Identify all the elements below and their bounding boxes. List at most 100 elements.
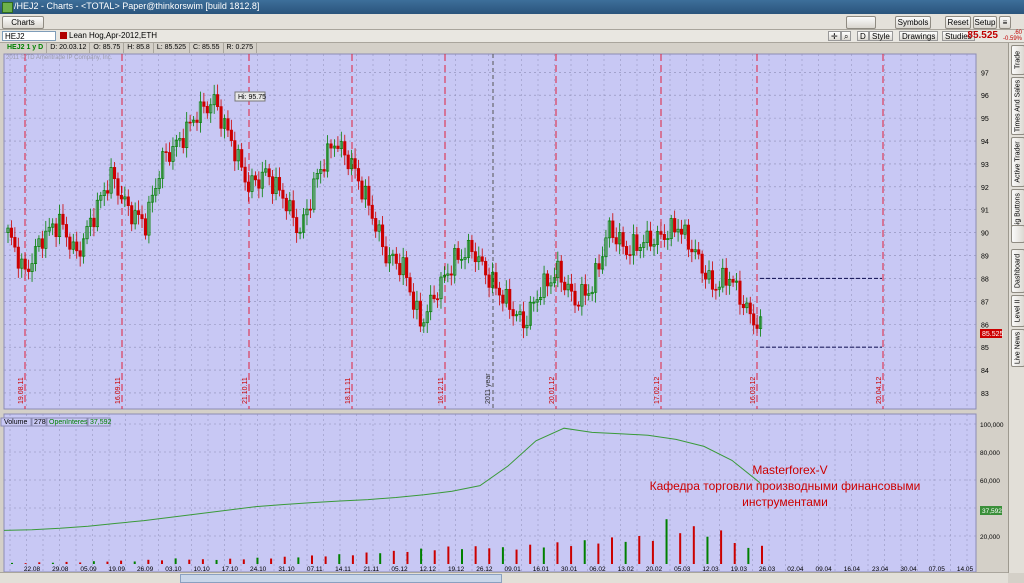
- candle-body: [322, 169, 326, 172]
- tab-trade-label: Trade: [1014, 50, 1022, 70]
- sidebar-toggle-icon[interactable]: [1011, 225, 1024, 243]
- aggregation-button[interactable]: D: [857, 31, 869, 41]
- charts-button[interactable]: Charts: [2, 16, 44, 29]
- candle-body: [611, 220, 615, 238]
- candle-body: [480, 256, 484, 262]
- price-tick-label: 89: [981, 254, 989, 261]
- candle-body: [291, 200, 295, 218]
- candle-body: [501, 294, 505, 304]
- candle-body: [356, 168, 361, 182]
- reset-button[interactable]: Reset: [945, 16, 971, 29]
- style-button[interactable]: Style: [869, 31, 893, 41]
- candle-body: [724, 267, 728, 286]
- candle-body: [370, 204, 374, 219]
- horizontal-scrollbar[interactable]: [0, 572, 1008, 583]
- expiration-marker-label: 20.01.12: [549, 377, 556, 404]
- candle-body: [374, 218, 378, 232]
- oi-legend-label: OpenInterest: [49, 419, 90, 426]
- volume-bar: [229, 558, 232, 564]
- color-swatch-icon: [60, 32, 67, 40]
- candle-body: [384, 246, 388, 264]
- candle-body: [394, 253, 398, 264]
- price-tick-label: 88: [981, 276, 989, 283]
- tab-times-and-sales-label: Times And Sales: [1014, 79, 1022, 133]
- candle-body: [494, 272, 498, 289]
- chart-canvas[interactable]: 19.08.11 16.09.11 21.10.11 18.11.11 16.12.11…: [0, 44, 1008, 572]
- volume-bar: [665, 519, 668, 564]
- candle-body: [576, 304, 580, 307]
- layout-button[interactable]: [846, 16, 876, 29]
- price-tick-label: 83: [981, 391, 989, 398]
- tab-level-ii[interactable]: Level II: [1011, 295, 1024, 327]
- setup-button[interactable]: Setup: [973, 16, 997, 29]
- candle-body: [614, 237, 618, 245]
- tab-big-buttons-label: Big Buttons: [1014, 193, 1022, 229]
- drawings-button[interactable]: Drawings: [899, 31, 939, 41]
- symbols-button[interactable]: Symbols: [895, 16, 931, 29]
- candle-body: [295, 217, 299, 234]
- volume-bar: [147, 559, 150, 564]
- candle-body: [219, 106, 223, 129]
- volume-bar: [242, 559, 245, 564]
- volume-bar: [351, 555, 354, 564]
- copyright-text: 2011 © TD Ameritrade IP Company, Inc.: [6, 55, 113, 61]
- candle-body: [700, 253, 704, 274]
- candle-body: [116, 178, 120, 196]
- tab-dashboard[interactable]: Dashboard: [1011, 249, 1024, 293]
- crosshair-icon[interactable]: ✛: [828, 31, 841, 41]
- volume-bar: [679, 533, 682, 564]
- candle-body: [710, 270, 715, 290]
- tab-live-news[interactable]: Live News: [1011, 329, 1024, 367]
- volume-bar: [501, 547, 504, 564]
- candle-body: [679, 228, 684, 235]
- candle-body: [343, 141, 347, 156]
- candle-body: [508, 288, 512, 310]
- expiration-marker-label: 18.11.11: [345, 378, 352, 404]
- candle-body: [497, 287, 501, 296]
- candle-body: [741, 303, 745, 309]
- candle-body: [714, 288, 718, 291]
- candle-body: [23, 258, 27, 270]
- app-icon: [2, 2, 13, 13]
- volume-bar: [515, 549, 518, 564]
- candle-body: [233, 140, 237, 162]
- zoom-icon[interactable]: ⌕: [841, 31, 852, 41]
- tab-times-and-sales[interactable]: Times And Sales: [1011, 77, 1024, 135]
- description-text: Lean Hog,Apr-2012,ETH: [69, 31, 158, 40]
- candle-body: [277, 177, 282, 191]
- menu-icon[interactable]: ≡: [999, 16, 1011, 29]
- volume-tick-label: 80,000: [980, 450, 1000, 457]
- change-bottom: -0.59%: [1002, 36, 1022, 42]
- tab-active-trader[interactable]: Active Trader: [1011, 137, 1024, 187]
- candle-body: [205, 106, 209, 114]
- candle-body: [360, 180, 364, 200]
- candle-body: [54, 223, 58, 237]
- candle-body: [188, 121, 192, 124]
- volume-bar: [379, 553, 382, 564]
- volume-bar: [270, 558, 273, 564]
- candle-body: [137, 210, 141, 215]
- price-tick-label: 93: [981, 162, 989, 169]
- volume-bar: [420, 548, 423, 564]
- oi-legend-value: 37,592: [90, 419, 112, 426]
- tab-trade[interactable]: Trade: [1011, 45, 1024, 75]
- d-label: D: [860, 32, 866, 41]
- candle-body: [573, 290, 577, 306]
- price-tick-label: 90: [981, 231, 989, 238]
- candle-body: [435, 298, 440, 301]
- candle-body: [271, 176, 275, 194]
- price-change: .60 -0.59%: [1003, 30, 1022, 42]
- last-price: 85.525: [967, 30, 998, 41]
- volume-bar: [215, 559, 218, 564]
- style-label: Style: [872, 32, 890, 41]
- candle-body: [284, 197, 288, 212]
- volume-bar: [324, 556, 327, 564]
- candle-body: [202, 101, 206, 107]
- expiration-marker-label: 21.10.11: [242, 377, 249, 404]
- symbol-input[interactable]: HEJ2: [2, 31, 56, 41]
- candle-body: [752, 313, 756, 326]
- candle-body: [487, 274, 491, 288]
- price-tick-label: 91: [981, 208, 989, 215]
- watermark-line3: инструментами: [742, 495, 828, 509]
- volume-bar: [733, 543, 736, 564]
